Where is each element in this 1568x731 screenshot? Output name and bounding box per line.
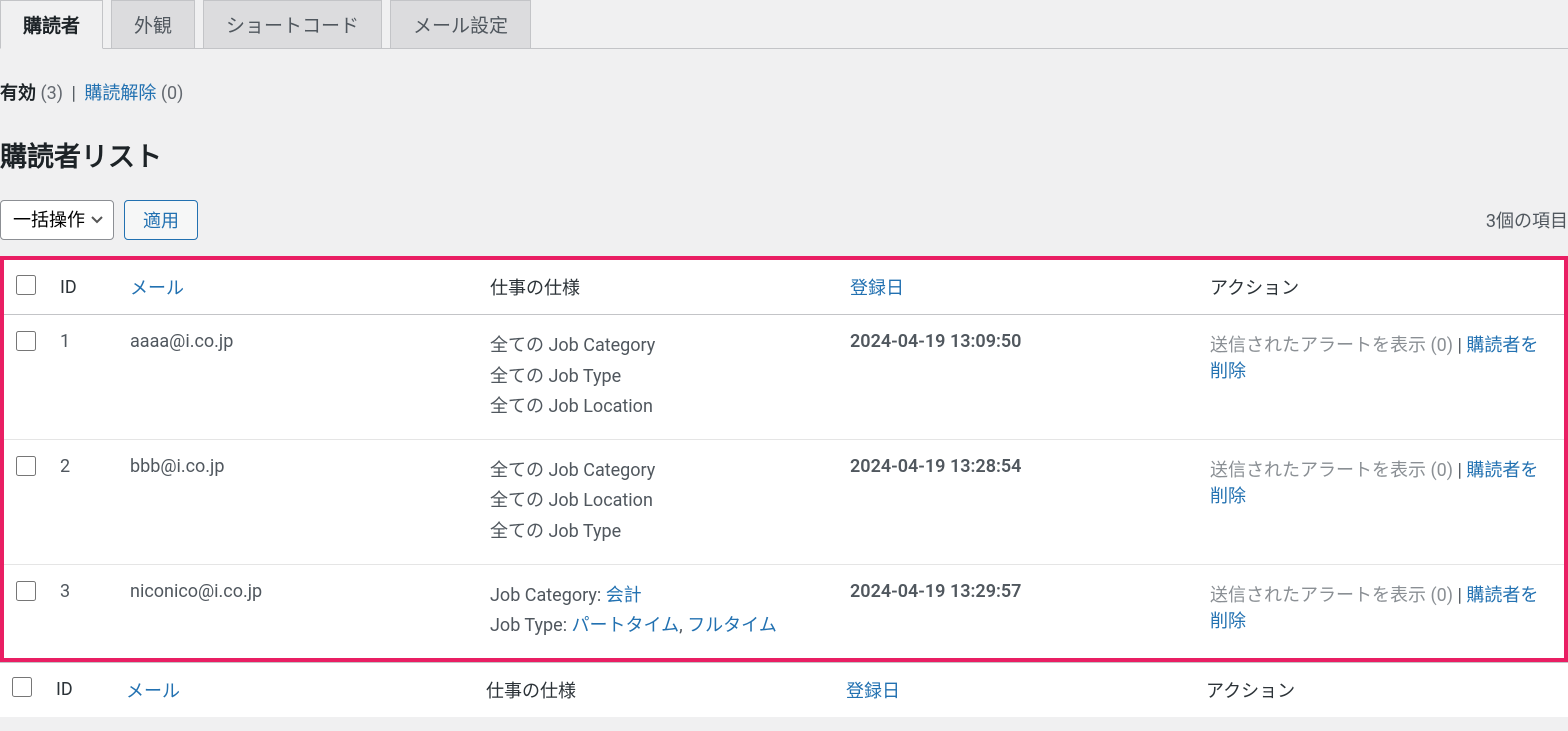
th-id: ID: [48, 260, 118, 315]
table-highlighted-wrapper: ID メール 仕事の仕様 登録日 アクション 1aaaa@i.co.jp全ての …: [0, 256, 1568, 662]
th-email-sort[interactable]: メール: [130, 278, 184, 299]
table-row: 2bbb@i.co.jp全ての Job Category全ての Job Loca…: [4, 439, 1564, 564]
row-email: aaaa@i.co.jp: [118, 315, 478, 440]
alerts-text: 送信されたアラートを表示 (0): [1210, 335, 1453, 356]
table-row: 3niconico@i.co.jpJob Category: 会計Job Typ…: [4, 564, 1564, 658]
tab-3[interactable]: メール設定: [390, 0, 531, 48]
select-all-checkbox-top[interactable]: [16, 275, 36, 295]
filter-unsub-link[interactable]: 購読解除: [84, 83, 156, 104]
row-date: 2024-04-19 13:28:54: [838, 439, 1198, 564]
spec-link[interactable]: 会計: [606, 585, 642, 606]
tabs-bar: 購読者外観ショートコードメール設定: [0, 0, 1568, 49]
alerts-text: 送信されたアラートを表示 (0): [1210, 460, 1453, 481]
row-email: bbb@i.co.jp: [118, 439, 478, 564]
tab-0[interactable]: 購読者: [0, 0, 103, 49]
th-spec: 仕事の仕様: [478, 260, 838, 315]
row-spec: 全ての Job Category全ての Job Type全ての Job Loca…: [478, 315, 838, 440]
subscribers-table: ID メール 仕事の仕様 登録日 アクション 1aaaa@i.co.jp全ての …: [4, 260, 1564, 658]
spec-link[interactable]: フルタイム: [687, 615, 777, 636]
row-actions: 送信されたアラートを表示 (0) | 購読者を削除: [1198, 439, 1564, 564]
alerts-text: 送信されたアラートを表示 (0): [1210, 585, 1453, 606]
status-filter: 有効 (3) | 購読解除 (0): [0, 79, 1568, 105]
tf-email-sort[interactable]: メール: [126, 681, 180, 702]
tf-action: アクション: [1194, 662, 1568, 717]
subscribers-table-footer: ID メール 仕事の仕様 登録日 アクション: [0, 662, 1568, 717]
table-row: 1aaaa@i.co.jp全ての Job Category全ての Job Typ…: [4, 315, 1564, 440]
row-email: niconico@i.co.jp: [118, 564, 478, 658]
filter-unsub-count: (0): [161, 83, 184, 104]
th-action: アクション: [1198, 260, 1564, 315]
row-spec: Job Category: 会計Job Type: パートタイム, フルタイム: [478, 564, 838, 658]
row-actions: 送信されたアラートを表示 (0) | 購読者を削除: [1198, 315, 1564, 440]
row-id: 1: [48, 315, 118, 440]
filter-active-label[interactable]: 有効: [0, 83, 36, 104]
row-id: 3: [48, 564, 118, 658]
th-date-sort[interactable]: 登録日: [850, 278, 904, 299]
tf-date-sort[interactable]: 登録日: [846, 681, 900, 702]
bulk-action-select[interactable]: 一括操作: [0, 200, 114, 240]
tf-id: ID: [44, 662, 114, 717]
spec-link[interactable]: パートタイム: [572, 615, 680, 636]
toolbar: 一括操作 適用 3個の項目: [0, 200, 1568, 240]
tab-1[interactable]: 外観: [111, 0, 195, 48]
row-date: 2024-04-19 13:09:50: [838, 315, 1198, 440]
row-id: 2: [48, 439, 118, 564]
filter-divider: |: [71, 83, 75, 104]
filter-active-count: (3): [40, 83, 63, 104]
row-spec: 全ての Job Category全ての Job Location全ての Job …: [478, 439, 838, 564]
item-count: 3個の項目: [1486, 207, 1568, 233]
row-checkbox[interactable]: [16, 456, 36, 476]
row-actions: 送信されたアラートを表示 (0) | 購読者を削除: [1198, 564, 1564, 658]
row-checkbox[interactable]: [16, 581, 36, 601]
row-date: 2024-04-19 13:29:57: [838, 564, 1198, 658]
page-title: 購読者リスト: [0, 135, 1568, 174]
row-checkbox[interactable]: [16, 331, 36, 351]
tf-spec: 仕事の仕様: [474, 662, 834, 717]
apply-button[interactable]: 適用: [124, 200, 198, 240]
select-all-checkbox-bottom[interactable]: [12, 677, 32, 697]
tab-2[interactable]: ショートコード: [203, 0, 382, 48]
